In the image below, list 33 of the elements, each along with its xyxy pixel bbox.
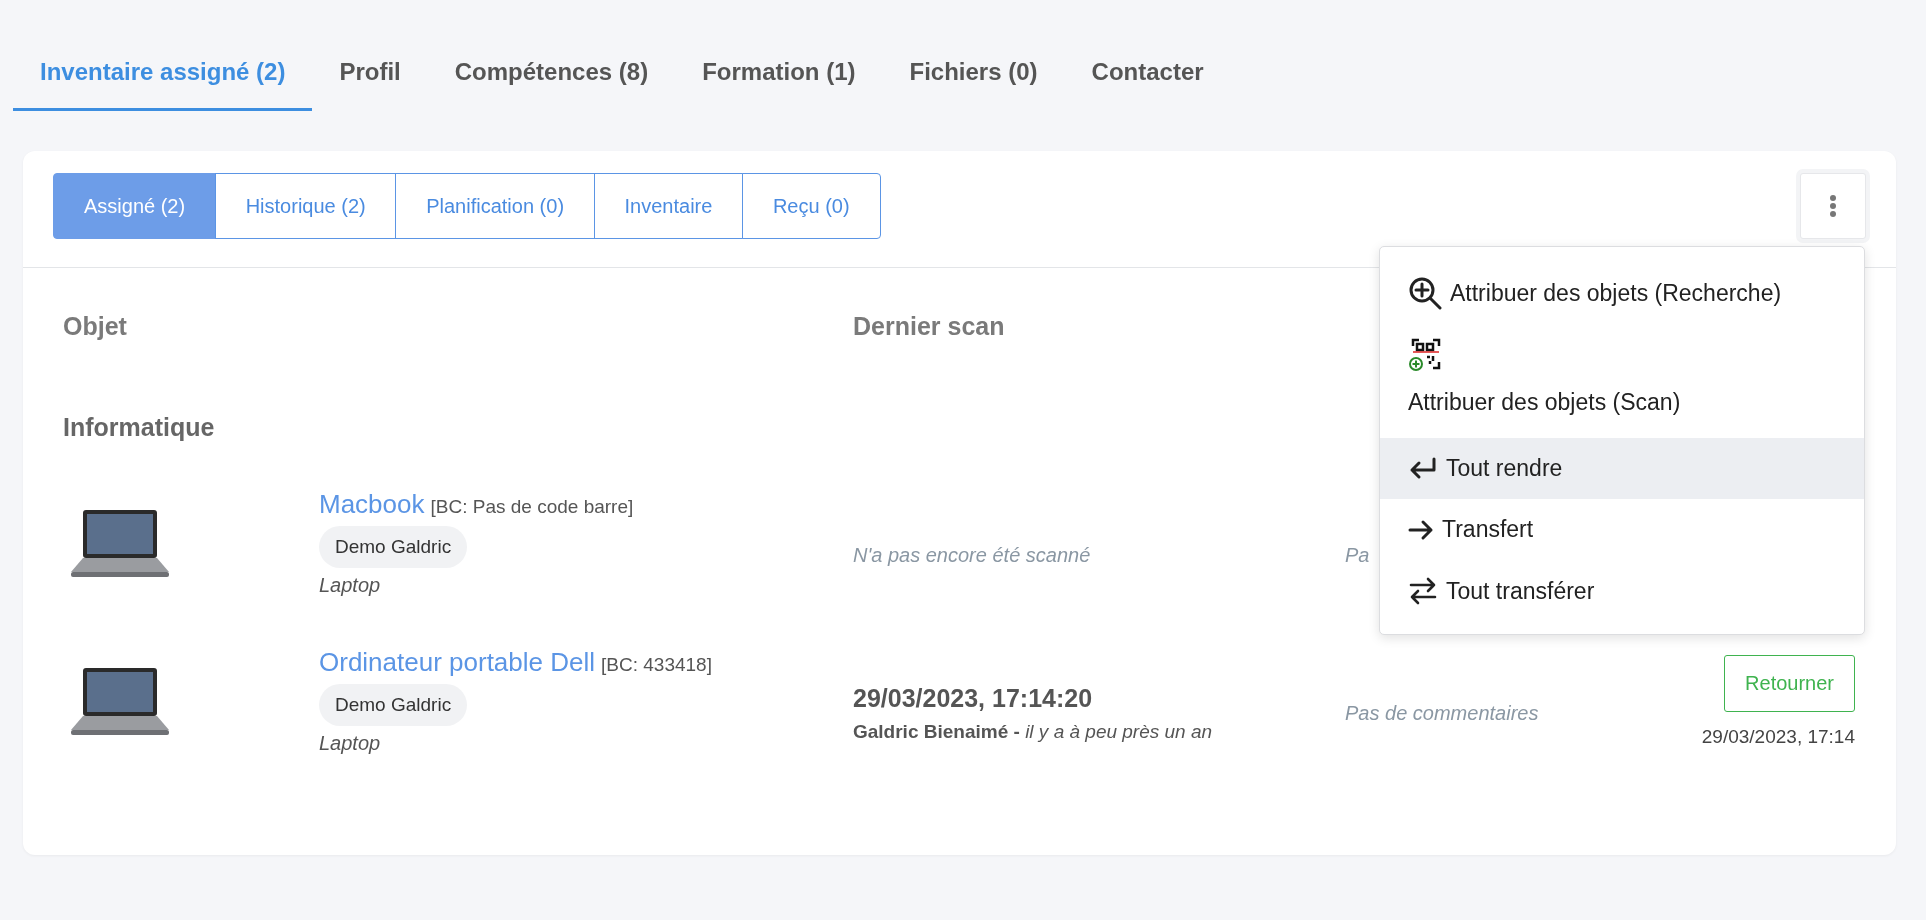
sub-tab[interactable]: Inventaire bbox=[593, 173, 744, 239]
barcode-text: [BC: Pas de code barre] bbox=[430, 496, 634, 518]
category-text: Laptop bbox=[319, 574, 381, 597]
tab[interactable]: Profil bbox=[312, 48, 428, 111]
scan-status: N'a pas encore été scanné bbox=[853, 543, 1092, 567]
column-header: Dernier scan bbox=[853, 311, 1006, 342]
menu-item[interactable]: Tout rendre bbox=[1380, 438, 1864, 499]
tab[interactable]: Compétences (8) bbox=[427, 48, 676, 111]
menu-item[interactable]: Tout transférer bbox=[1380, 560, 1864, 622]
assigned-date: 29/03/2023, 17:14 bbox=[1701, 725, 1855, 748]
sub-tab[interactable]: Historique (2) bbox=[214, 173, 397, 239]
comment-text: Pas de commentaires bbox=[1345, 701, 1539, 724]
swap-arrows-icon bbox=[1408, 577, 1438, 605]
right-arrow-icon bbox=[1408, 518, 1434, 541]
menu-item[interactable]: Transfert bbox=[1380, 499, 1864, 560]
scan-date: 29/03/2023, 17:14:20 bbox=[853, 683, 1094, 713]
comment-text: Pa bbox=[1345, 543, 1370, 566]
group-heading: Informatique bbox=[63, 413, 216, 443]
sub-tab[interactable]: Planification (0) bbox=[395, 173, 596, 239]
tab[interactable]: Contacter bbox=[1064, 48, 1231, 111]
zoom-in-icon bbox=[1408, 276, 1442, 310]
tab[interactable]: Fichiers (0) bbox=[882, 48, 1065, 111]
scan-author: Galdric Bienaimé - il y a à peu près un an bbox=[853, 720, 1214, 743]
barcode-text: [BC: 433418] bbox=[601, 654, 712, 676]
category-text: Laptop bbox=[319, 732, 381, 755]
tab[interactable]: Formation (1) bbox=[675, 48, 883, 111]
kebab-icon bbox=[1829, 194, 1837, 218]
owner-tag: Demo Galdric bbox=[319, 684, 468, 726]
menu-item[interactable]: Attribuer des objets (Scan) bbox=[1380, 327, 1864, 438]
sub-tab[interactable]: Reçu (0) bbox=[741, 173, 881, 239]
owner-tag: Demo Galdric bbox=[319, 526, 468, 568]
column-header: Objet bbox=[63, 311, 128, 342]
menu-item[interactable]: Attribuer des objets (Recherche) bbox=[1380, 259, 1864, 327]
